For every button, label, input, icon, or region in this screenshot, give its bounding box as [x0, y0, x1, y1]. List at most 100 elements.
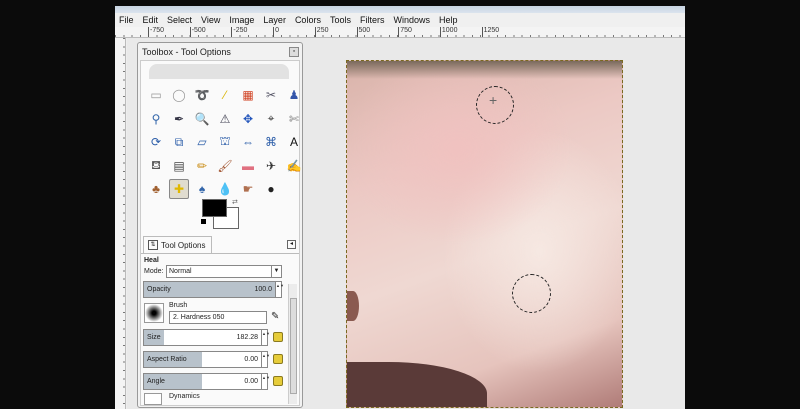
dodge-burn-tool-icon[interactable]: ●	[261, 179, 281, 199]
pencil-tool-icon[interactable]: ✏	[192, 156, 212, 176]
heal-tool-icon[interactable]: ✚	[169, 179, 189, 199]
opacity-slider[interactable]: Opacity 100.0 ▲▼	[143, 281, 284, 298]
aspect-ratio-slider[interactable]: Aspect Ratio 0.00 ▲▼	[143, 351, 270, 368]
foreground-color-swatch[interactable]	[202, 199, 227, 217]
menu-view[interactable]: View	[201, 15, 220, 25]
angle-label: Angle	[147, 378, 165, 385]
scale-tool-icon[interactable]: ⧉	[169, 132, 189, 152]
scissors-tool-icon[interactable]: ✂	[261, 85, 281, 105]
reset-size-icon[interactable]	[273, 332, 283, 342]
menu-help[interactable]: Help	[439, 15, 458, 25]
menu-bar: File Edit Select View Image Layer Colors Tools F…	[115, 13, 685, 27]
brush-preview[interactable]	[144, 303, 164, 323]
shadow-region	[347, 362, 487, 407]
scrollbar-thumb[interactable]	[290, 298, 297, 394]
opacity-label: Opacity	[147, 286, 171, 293]
angle-spinner[interactable]: ▲▼	[261, 374, 270, 389]
cage-tool-icon[interactable]: ⌘	[261, 132, 281, 152]
brush-cursor-circle	[476, 86, 514, 124]
paintbrush-tool-icon[interactable]: 🖌	[215, 156, 235, 176]
menu-tools[interactable]: Tools	[330, 15, 351, 25]
tab-menu-button[interactable]: ◂	[287, 240, 296, 249]
measure-tool-icon[interactable]: ⚠	[215, 109, 235, 129]
mode-select[interactable]: Normal ▼	[166, 265, 282, 278]
tool-options: Heal Mode: Normal ▼ Opacity 100.0 ▲▼ Brus…	[141, 253, 299, 405]
tool-options-icon: ⇅	[148, 240, 158, 250]
flip-tool-icon[interactable]: ⇔	[238, 132, 258, 152]
tool-name: Heal	[144, 257, 159, 264]
ink-tool-icon[interactable]: ✍	[284, 156, 304, 176]
size-spinner[interactable]: ▲▼	[261, 330, 270, 345]
mode-value: Normal	[169, 268, 192, 275]
align-tool-icon[interactable]: ⌖	[261, 109, 281, 129]
default-colors-icon[interactable]	[201, 219, 206, 224]
dynamics-label: Dynamics	[169, 393, 200, 400]
shear-tool-icon[interactable]: ▱	[192, 132, 212, 152]
clone-tool-icon[interactable]: ♣	[146, 179, 166, 199]
toolbox-title: Toolbox - Tool Options	[142, 47, 231, 57]
ellipse-select-tool-icon[interactable]: ◯	[169, 85, 189, 105]
angle-slider[interactable]: Angle 0.00 ▲▼	[143, 373, 270, 390]
size-label: Size	[147, 334, 161, 341]
airbrush-tool-icon[interactable]: ✈	[261, 156, 281, 176]
angle-value: 0.00	[244, 378, 258, 385]
wilber-drop-area	[149, 64, 289, 79]
brush-value: 2. Hardness 050	[173, 314, 225, 321]
ruler-tick-label: 500	[356, 27, 370, 37]
free-select-tool-icon[interactable]: ➰	[192, 85, 212, 105]
ruler-tick-label: 750	[398, 27, 412, 37]
menu-colors[interactable]: Colors	[295, 15, 321, 25]
move-tool-icon[interactable]: ✥	[238, 109, 258, 129]
smudge-tool-icon[interactable]: ☛	[238, 179, 258, 199]
menu-select[interactable]: Select	[167, 15, 192, 25]
tool-grid: ▭ ◯ ➰ ⁄ ▦ ✂ ♟ ⚲ ✒ 🔍 ⚠ ✥ ⌖ ✄ ⟳ ⧉ ▱ ⛫ ⇔ ⌘ A ⛾ ▤ ✏ 🖌 ▬ ✈ ✍ ♣ ✚ ♠ 💧 ☛ ●	[146, 85, 307, 203]
ruler-tick-label: 250	[314, 27, 328, 37]
aspect-label: Aspect Ratio	[147, 356, 187, 363]
hair-region	[347, 61, 622, 79]
size-value: 182.28	[236, 334, 258, 341]
ruler-tick-label: 1250	[481, 27, 499, 37]
rect-select-tool-icon[interactable]: ▭	[146, 85, 166, 105]
ear-region	[347, 291, 359, 321]
options-scrollbar[interactable]	[288, 284, 297, 404]
brush-label: Brush	[169, 302, 188, 309]
menu-windows[interactable]: Windows	[393, 15, 430, 25]
foreground-select-tool-icon[interactable]: ♟	[284, 85, 304, 105]
panel-close-button[interactable]: ▫	[289, 47, 299, 57]
perspective-tool-icon[interactable]: ⛫	[215, 132, 235, 152]
crop-tool-icon[interactable]: ✄	[284, 109, 304, 129]
menu-filters[interactable]: Filters	[360, 15, 385, 25]
zoom-tool-icon[interactable]: 🔍	[192, 109, 212, 129]
swap-colors-icon[interactable]: ⇄	[232, 198, 238, 206]
color-select-tool-icon[interactable]: ▦	[238, 85, 258, 105]
size-slider[interactable]: Size 182.28 ▲▼	[143, 329, 270, 346]
perspective-clone-tool-icon[interactable]: ♠	[192, 179, 212, 199]
opacity-spinner[interactable]: ▲▼	[275, 282, 284, 297]
blend-tool-icon[interactable]: ▤	[169, 156, 189, 176]
menu-layer[interactable]: Layer	[263, 15, 286, 25]
color-picker-tool-icon[interactable]: ✒	[169, 109, 189, 129]
paths-tool-icon[interactable]: ⚲	[146, 109, 166, 129]
opacity-value: 100.0	[254, 286, 272, 293]
reset-aspect-icon[interactable]	[273, 354, 283, 364]
dynamics-preview[interactable]	[144, 393, 162, 405]
brush-name-field[interactable]: 2. Hardness 050	[169, 311, 267, 324]
heal-source-circle	[512, 274, 551, 313]
chevron-down-icon: ▼	[271, 266, 281, 277]
blur-tool-icon[interactable]: 💧	[215, 179, 235, 199]
text-tool-icon[interactable]: A	[284, 132, 304, 152]
aspect-spinner[interactable]: ▲▼	[261, 352, 270, 367]
rotate-tool-icon[interactable]: ⟳	[146, 132, 166, 152]
ruler-tick-label: -500	[189, 27, 206, 37]
ruler-tick-label: -250	[231, 27, 247, 37]
tab-label: Tool Options	[161, 240, 206, 250]
menu-edit[interactable]: Edit	[143, 15, 159, 25]
tab-tool-options[interactable]: ⇅ Tool Options	[143, 236, 212, 253]
bucket-fill-tool-icon[interactable]: ⛾	[146, 156, 166, 176]
fuzzy-select-tool-icon[interactable]: ⁄	[215, 85, 235, 105]
menu-file[interactable]: File	[119, 15, 134, 25]
edit-brush-icon[interactable]: ✎	[271, 311, 279, 322]
reset-angle-icon[interactable]	[273, 376, 283, 386]
menu-image[interactable]: Image	[229, 15, 254, 25]
eraser-tool-icon[interactable]: ▬	[238, 156, 258, 176]
